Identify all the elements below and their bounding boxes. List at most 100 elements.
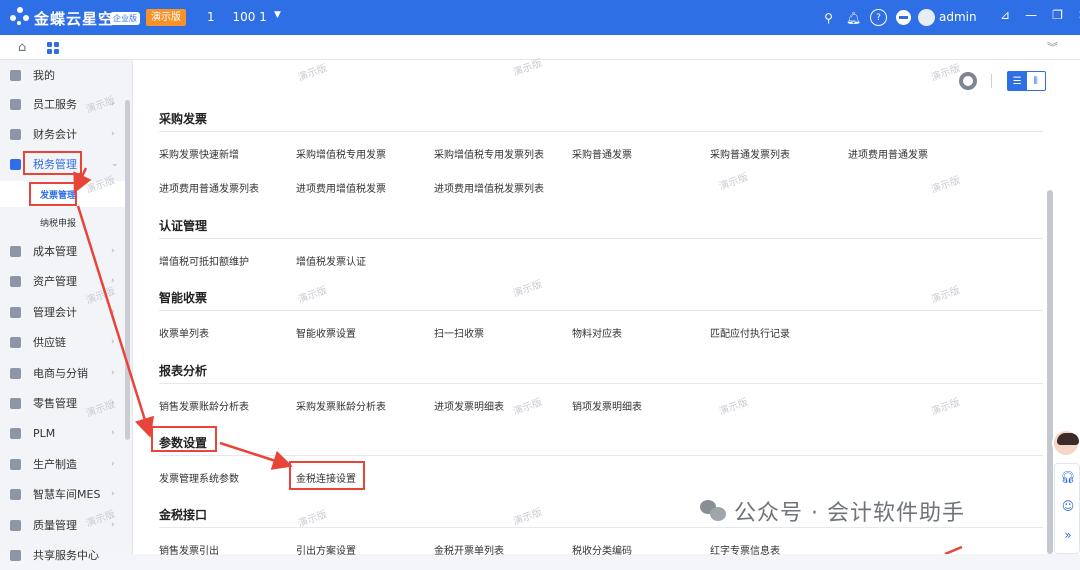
double-chevron-right-icon[interactable]: » [1060, 528, 1076, 544]
main-panel: ☰ ⫴ 采购发票 采购发票快速新增 采购增值税专用发票 采购增值税专用发票列表 … [133, 60, 1080, 557]
link-payable-match-log[interactable]: 匹配应付执行记录 [710, 325, 790, 340]
minimize-icon[interactable]: — [1025, 8, 1037, 22]
toolbar-divider [991, 74, 992, 88]
mgmt-accounting-icon [10, 306, 21, 318]
chevron-right-icon: › [111, 246, 115, 256]
org-id: 1 [207, 10, 215, 24]
cost-icon [10, 245, 21, 257]
settings-icon[interactable] [959, 72, 977, 90]
link-purchase-ordinary-invoice[interactable]: 采购普通发票 [572, 146, 632, 161]
username[interactable]: admin [939, 10, 977, 24]
floating-panel: 🎧︎ ☺ » [1054, 463, 1080, 554]
link-input-expense-ordinary-invoice[interactable]: 进项费用普通发票 [848, 146, 928, 161]
sidebar-item-cost[interactable]: 成本管理 › [0, 236, 125, 266]
tab-bar: ⌂ ︾ [0, 35, 1080, 60]
sidebar-item-label: 资产管理 [33, 275, 77, 288]
org-name: 100 1 [232, 10, 267, 24]
edition-badge: 企业版 [110, 12, 140, 25]
link-scan-receipt[interactable]: 扫一扫收票 [434, 325, 484, 340]
apps-grid-icon[interactable] [47, 42, 59, 54]
sidebar-item-supply-chain[interactable]: 供应链 › [0, 327, 125, 357]
link-smart-receipt-settings[interactable]: 智能收票设置 [296, 325, 356, 340]
link-export-scheme-settings[interactable]: 引出方案设置 [296, 542, 356, 557]
org-dropdown-caret-icon[interactable]: ▼ [274, 10, 281, 20]
column-view-icon[interactable]: ⫴ [1027, 72, 1046, 90]
wechat-account-text: 公众号 · 会计软件助手 [734, 501, 965, 526]
sidebar-item-label: 生产制造 [33, 458, 77, 471]
link-purchase-invoice-aging[interactable]: 采购发票账龄分析表 [296, 398, 386, 413]
pin-icon[interactable]: ⊿ [1000, 8, 1010, 22]
ecommerce-icon [10, 367, 21, 379]
minus-circle-icon[interactable] [895, 9, 912, 26]
chevron-right-icon: › [111, 307, 115, 317]
smile-icon[interactable]: ☺ [1060, 499, 1076, 515]
section-divider [159, 310, 1043, 311]
chevron-right-icon: › [111, 459, 115, 469]
section-divider [159, 383, 1043, 384]
link-input-expense-ordinary-invoice-list[interactable]: 进项费用普通发票列表 [159, 180, 259, 195]
link-purchase-vat-special-invoice-list[interactable]: 采购增值税专用发票列表 [434, 146, 544, 161]
link-input-expense-vat-invoice[interactable]: 进项费用增值税发票 [296, 180, 386, 195]
sidebar: 我的 员工服务 › 财务会计 › 税务管理 ⌄ 发票管理 纳税申报 成本管理 › 资产管… [0, 60, 133, 562]
org-selector[interactable]: 1 100 1 [207, 10, 267, 24]
sidebar-item-finance[interactable]: 财务会计 › [0, 119, 125, 149]
link-invoice-system-params[interactable]: 发票管理系统参数 [159, 470, 239, 485]
assistant-avatar[interactable] [1052, 429, 1080, 457]
user-avatar[interactable] [918, 9, 935, 26]
sidebar-item-mgmt-accounting[interactable]: 管理会计 › [0, 297, 125, 327]
link-input-invoice-detail[interactable]: 进项发票明细表 [434, 398, 504, 413]
section-divider [159, 131, 1043, 132]
link-receipt-list[interactable]: 收票单列表 [159, 325, 209, 340]
asset-icon [10, 275, 21, 287]
link-golden-tax-invoice-list[interactable]: 金税开票单列表 [434, 542, 504, 557]
link-purchase-vat-special-invoice[interactable]: 采购增值税专用发票 [296, 146, 386, 161]
double-chevron-down-icon[interactable]: ︾ [1047, 39, 1058, 55]
chevron-right-icon: › [111, 489, 115, 499]
section-title-report-analysis: 报表分析 [159, 364, 208, 378]
finance-icon [10, 128, 21, 140]
plm-icon [10, 427, 21, 439]
sidebar-item-manufacturing[interactable]: 生产制造 › [0, 449, 125, 479]
search-icon[interactable]: ⚲ [820, 9, 837, 26]
link-sales-invoice-export[interactable]: 销售发票引出 [159, 542, 219, 557]
list-view-icon[interactable]: ☰ [1008, 72, 1027, 90]
link-vat-invoice-certification[interactable]: 增值税发票认证 [296, 253, 366, 268]
section-divider [159, 238, 1043, 239]
floating-assistant: 🎧︎ ☺ » [1052, 425, 1080, 554]
sidebar-item-label: 电商与分销 [33, 367, 88, 380]
restore-icon[interactable]: ❐ [1052, 8, 1063, 22]
sidebar-item-label: 质量管理 [33, 519, 77, 532]
chevron-down-icon: ⌄ [111, 159, 119, 169]
top-bar: 金蝶云星空 企业版 演示版 1 100 1 ▼ ⚲ 🔔︎ ? admin ⊿ —… [0, 0, 1080, 35]
link-output-invoice-detail[interactable]: 销项发票明细表 [572, 398, 642, 413]
link-red-special-invoice-info[interactable]: 红字专票信息表 [710, 542, 780, 557]
link-sales-invoice-aging[interactable]: 销售发票账龄分析表 [159, 398, 249, 413]
link-purchase-ordinary-invoice-list[interactable]: 采购普通发票列表 [710, 146, 790, 161]
section-title-smart-receipt: 智能收票 [159, 291, 208, 305]
sidebar-scrollbar[interactable] [125, 100, 130, 440]
sidebar-item-mes[interactable]: 智慧车间MES › [0, 479, 125, 509]
wechat-logo-icon [700, 500, 726, 522]
link-tax-classification-code[interactable]: 税收分类编码 [572, 542, 632, 557]
link-material-mapping[interactable]: 物料对应表 [572, 325, 622, 340]
section-title-golden-tax-interface: 金税接口 [159, 508, 208, 522]
sidebar-item-ecommerce[interactable]: 电商与分销 › [0, 358, 125, 388]
help-icon[interactable]: ? [870, 9, 887, 26]
bell-icon[interactable]: 🔔︎ [845, 9, 862, 26]
mes-icon [10, 488, 21, 500]
sidebar-item-label: 零售管理 [33, 397, 77, 410]
highlight-parameter-settings [151, 426, 217, 452]
sidebar-item-shared-service[interactable]: 共享服务中心 [0, 540, 125, 570]
link-purchase-invoice-quick-add[interactable]: 采购发票快速新增 [159, 146, 239, 161]
headset-icon[interactable]: 🎧︎ [1060, 470, 1076, 486]
sidebar-item-mine[interactable]: 我的 [0, 60, 125, 90]
view-toggle[interactable]: ☰ ⫴ [1007, 71, 1046, 91]
link-input-expense-vat-invoice-list[interactable]: 进项费用增值税发票列表 [434, 180, 544, 195]
sidebar-subitem-tax-filing[interactable]: 纳税申报 [0, 209, 125, 235]
home-icon[interactable]: ⌂ [18, 40, 26, 55]
highlight-tax-management [23, 151, 82, 175]
sidebar-item-plm[interactable]: PLM › [0, 418, 125, 448]
link-vat-deductible-maintenance[interactable]: 增值税可抵扣额维护 [159, 253, 249, 268]
demo-badge: 演示版 [146, 9, 186, 26]
chevron-right-icon: › [111, 337, 115, 347]
